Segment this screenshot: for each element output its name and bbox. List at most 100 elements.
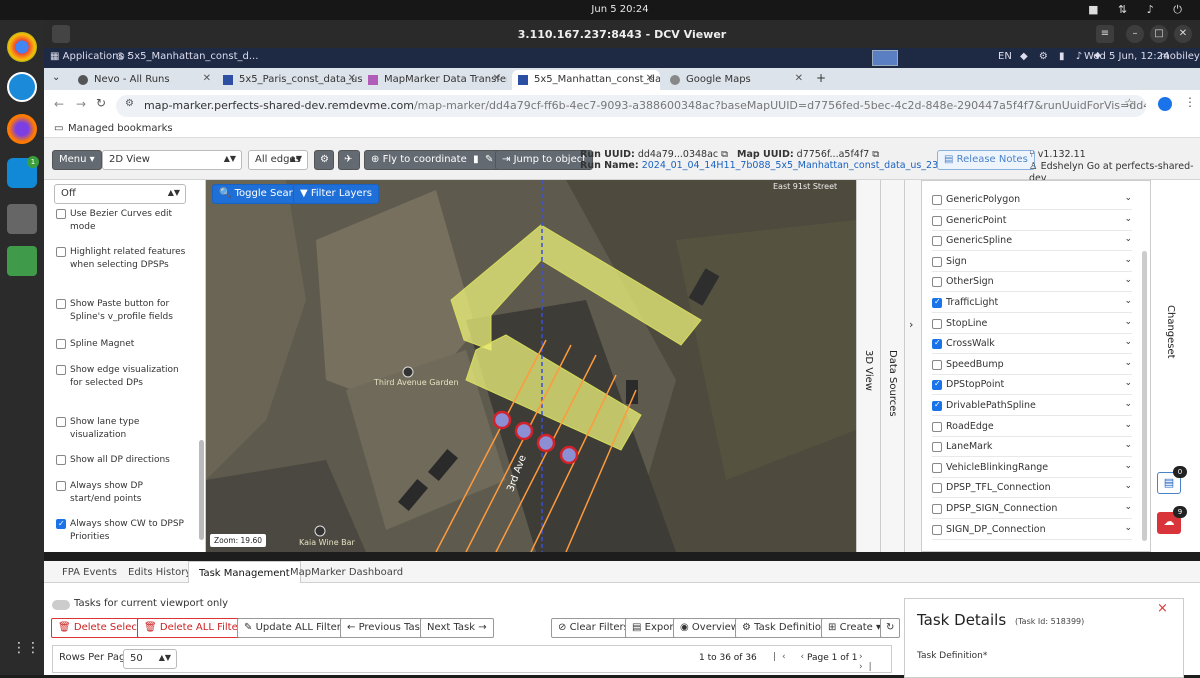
maximize-button[interactable]: □ (1150, 25, 1168, 43)
layer-row[interactable]: StopLine ⌄ (932, 314, 1132, 334)
tab-close-icon[interactable]: ✕ (795, 73, 803, 84)
setting-option[interactable]: Show all DP directions (56, 454, 186, 467)
skype-icon[interactable]: 1 (7, 156, 39, 188)
browser-tab-active[interactable]: 5x5_Manhattan_const_da ✕ (512, 70, 660, 90)
layer-row[interactable]: VehicleBlinkingRange ⌄ (932, 458, 1132, 478)
setting-checkbox[interactable] (56, 247, 66, 257)
firefox-icon[interactable] (7, 114, 37, 144)
layer-row[interactable]: GenericPoint ⌄ (932, 211, 1132, 231)
new-tab-button[interactable]: + (816, 71, 826, 85)
edges-select[interactable]: All edges ▲▼ (248, 150, 308, 170)
layer-row[interactable]: RoadEdge ⌄ (932, 417, 1132, 437)
tab-data-sources[interactable]: Data Sources (881, 180, 905, 552)
create-button[interactable]: ⊞ Create ▾ (821, 618, 888, 638)
setting-option[interactable]: Always show DP start/end points (56, 480, 186, 505)
trash-icon[interactable] (7, 246, 37, 276)
layer-checkbox[interactable] (932, 504, 942, 514)
chevron-down-icon[interactable]: ⌄ (1124, 378, 1132, 388)
next-task-button[interactable]: Next Task → (420, 618, 494, 638)
chevron-down-icon[interactable]: ⌄ (1124, 358, 1132, 368)
layer-row[interactable]: Sign ⌄ (932, 252, 1132, 272)
rows-per-page-select[interactable]: 50 ▲▼ (123, 649, 177, 669)
chevron-down-icon[interactable]: ⌄ (1124, 523, 1132, 533)
chevron-down-icon[interactable]: ⌄ (1124, 420, 1132, 430)
app-grid-icon[interactable]: ⋮⋮ (12, 640, 40, 660)
filter-layers-button[interactable]: ▼ Filter Layers (293, 184, 379, 204)
chevron-down-icon[interactable]: ⌄ (1124, 337, 1132, 347)
setting-checkbox[interactable] (56, 417, 66, 427)
layer-checkbox[interactable] (932, 421, 942, 432)
chevron-down-icon[interactable]: ⌄ (1124, 275, 1132, 285)
plane-icon[interactable]: ✈ (338, 150, 360, 170)
browser-tab[interactable]: Google Maps ✕ (664, 70, 809, 90)
layer-checkbox[interactable] (932, 195, 942, 205)
setting-option[interactable]: Show Paste button for Spline's v_profile… (56, 298, 186, 323)
viewport-toggle[interactable] (52, 600, 70, 610)
setting-checkbox[interactable] (56, 481, 66, 491)
release-notes-button[interactable]: ▤ Release Notes (937, 150, 1035, 170)
pager-arrows[interactable]: |‹ ‹ (773, 652, 810, 662)
setting-checkbox[interactable] (56, 299, 66, 309)
managed-bookmarks[interactable]: Managed bookmarks (68, 123, 173, 134)
satellite-map[interactable] (206, 180, 856, 552)
reload-icon[interactable]: ↻ (96, 96, 106, 110)
layer-checkbox[interactable] (932, 462, 942, 473)
layer-row[interactable]: SIGN_DP_Connection ⌄ (932, 520, 1132, 540)
dcv-menu-button[interactable]: ≡ (1096, 25, 1114, 43)
layer-checkbox[interactable] (932, 215, 942, 226)
view-select[interactable]: 2D View ▲▼ (102, 150, 242, 170)
url-input[interactable]: ⚙ map-marker.perfects-shared-dev.remdevm… (116, 95, 1146, 117)
setting-checkbox[interactable] (56, 518, 66, 531)
layer-row[interactable]: DPStopPoint ⌄ (932, 375, 1132, 396)
chevron-down-icon[interactable]: ⌄ (1124, 502, 1132, 512)
tab-close-icon[interactable]: ✕ (203, 73, 211, 84)
layer-checkbox[interactable] (932, 483, 942, 494)
layer-checkbox[interactable] (932, 318, 942, 329)
layer-row[interactable]: SpeedBump ⌄ (932, 355, 1132, 375)
layer-checkbox[interactable] (932, 359, 942, 370)
ssd-drive-icon[interactable] (7, 204, 37, 234)
close-button[interactable]: ✕ (1174, 25, 1192, 43)
layer-checkbox[interactable] (932, 297, 942, 308)
fly-to-coordinate-button[interactable]: ⊕ Fly to coordinate ▮ ✎ (364, 150, 501, 170)
setting-checkbox[interactable] (56, 209, 66, 219)
layer-checkbox[interactable] (932, 256, 942, 267)
layer-row[interactable]: DPSP_SIGN_Connection ⌄ (932, 499, 1132, 519)
setting-option[interactable]: Use Bezier Curves edit mode (56, 208, 186, 233)
layer-row[interactable]: OtherSign ⌄ (932, 272, 1132, 293)
refresh-icon[interactable]: ↻ (880, 618, 900, 638)
tab-close-icon[interactable]: ✕ (646, 73, 654, 84)
setting-option[interactable]: Highlight related features when selectin… (56, 246, 186, 271)
tab-search-icon[interactable]: ⌄ (52, 72, 60, 83)
minimize-button[interactable]: – (1126, 25, 1144, 43)
layer-row[interactable]: DrivablePathSpline ⌄ (932, 396, 1132, 416)
back-arrow-icon[interactable]: ← (54, 97, 64, 111)
tab-close-icon[interactable]: ✕ (493, 73, 501, 84)
browser-tab[interactable]: 5x5_Paris_const_data_us ✕ (217, 70, 362, 90)
scrollbar[interactable] (199, 440, 204, 540)
layer-row[interactable]: DPSP_TFL_Connection ⌄ (932, 478, 1132, 499)
browser-menu-icon[interactable]: ⋮ (1184, 95, 1196, 109)
chevron-down-icon[interactable]: ⌄ (1124, 214, 1132, 224)
site-info-icon[interactable]: ⚙ (125, 98, 134, 109)
chevron-down-icon[interactable]: ⌄ (1124, 255, 1132, 265)
tab-mapmarker-dashboard[interactable]: MapMarker Dashboard (280, 561, 413, 583)
layer-row[interactable]: CrossWalk ⌄ (932, 334, 1132, 355)
layer-row[interactable]: LaneMark ⌄ (932, 437, 1132, 458)
menu-button[interactable]: Menu ▾ (52, 150, 102, 170)
taskbar-chrome-icon[interactable] (872, 50, 898, 66)
layer-checkbox[interactable] (932, 524, 942, 535)
layer-checkbox[interactable] (932, 236, 942, 247)
layer-scrollbar[interactable] (1142, 251, 1147, 541)
remote-datetime[interactable]: Wed 5 Jun, 12:24 (1084, 51, 1169, 62)
tab-close-icon[interactable]: ✕ (348, 73, 356, 84)
run-name-link[interactable]: 2024_01_04_14H11_7b088_5x5_Manhattan_con… (642, 160, 954, 171)
clear-filters-button[interactable]: ⊘ Clear Filters (551, 618, 636, 638)
setting-option[interactable]: Show lane type visualization (56, 416, 186, 441)
chevron-down-icon[interactable]: ⌄ (1124, 193, 1132, 203)
chevron-down-icon[interactable]: ⌄ (1124, 481, 1132, 491)
system-clock[interactable]: Jun 5 20:24 (560, 4, 680, 15)
settings-select[interactable]: Off ▲▼ (54, 184, 186, 204)
setting-option[interactable]: Spline Magnet (56, 338, 186, 351)
jump-to-object-button[interactable]: ⇥ Jump to object (495, 150, 594, 170)
